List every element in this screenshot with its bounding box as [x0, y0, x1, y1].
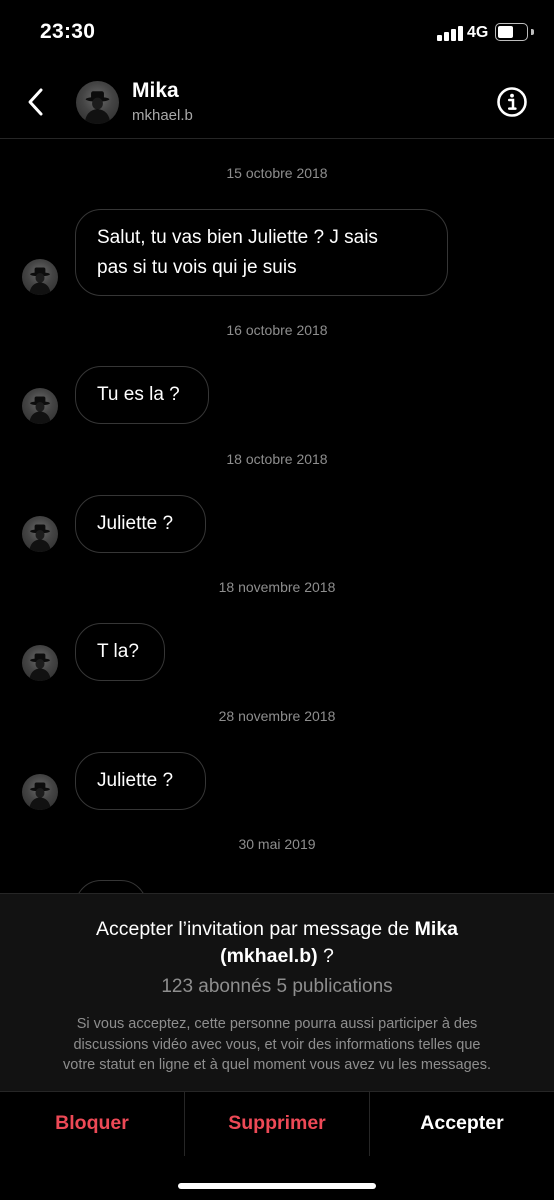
date-separator: 30 mai 2019	[238, 836, 316, 852]
message-bubble[interactable]: Salut, tu vas bien Juliette ? J sais pas…	[75, 209, 448, 296]
message-line: pas si tu vois qui je suis	[97, 257, 297, 278]
info-icon	[497, 87, 527, 117]
description-line: votre statut en ligne et à quel moment v…	[63, 1057, 491, 1073]
chevron-left-icon	[28, 88, 43, 116]
message-bubble[interactable]: T la?	[75, 623, 165, 681]
description-line: Si vous acceptez, cette personne pourra …	[76, 1016, 478, 1032]
info-button[interactable]	[496, 86, 528, 118]
home-indicator[interactable]	[178, 1183, 376, 1189]
date-separator: 16 octobre 2018	[226, 322, 328, 338]
person-hat-icon	[29, 267, 51, 295]
status-time: 23:30	[40, 20, 96, 43]
request-actions: Bloquer Supprimer Accepter	[0, 1091, 554, 1156]
message-request-panel: Accepter l’invitation par message de Mik…	[0, 893, 554, 1091]
request-stats: 123 abonnés 5 publications	[161, 976, 393, 997]
request-description: Si vous acceptez, cette personne pourra …	[22, 1014, 532, 1076]
message-bubble[interactable]: Juliette ?	[75, 752, 206, 810]
message-bubble[interactable]: Tu es la ?	[75, 366, 209, 424]
request-title-name: Mika	[414, 918, 459, 940]
date-separator: 18 novembre 2018	[218, 579, 336, 595]
battery-cap	[531, 29, 534, 35]
request-title: Accepter l’invitation par message de Mik…	[30, 916, 524, 970]
block-button[interactable]: Bloquer	[0, 1092, 184, 1156]
request-title-text: Accepter l’invitation par message de	[95, 918, 415, 940]
contact-name[interactable]: Mika	[132, 79, 179, 103]
description-line: discussions vidéo avec vous, et voir des…	[73, 1036, 481, 1053]
contact-username: mkhael.b	[132, 107, 193, 124]
chat-header: Mika mkhael.b	[0, 66, 554, 139]
person-hat-icon	[29, 653, 51, 681]
signal-icon	[437, 26, 463, 41]
date-separator: 28 novembre 2018	[218, 708, 336, 724]
avatar[interactable]	[76, 81, 119, 124]
delete-button[interactable]: Supprimer	[185, 1092, 369, 1156]
message-line: Salut, tu vas bien Juliette ? J sais	[97, 227, 378, 248]
person-hat-icon	[29, 524, 51, 552]
avatar[interactable]	[22, 388, 58, 424]
person-hat-icon	[29, 396, 51, 424]
status-bar: 23:30 4G	[0, 0, 554, 66]
back-button[interactable]	[22, 84, 54, 120]
request-title-suffix: ?	[317, 945, 334, 967]
date-separator: 18 octobre 2018	[226, 451, 328, 467]
avatar[interactable]	[22, 516, 58, 552]
avatar[interactable]	[22, 259, 58, 295]
request-title-username: (mkhael.b)	[220, 945, 318, 967]
network-label: 4G	[467, 24, 489, 41]
message-bubble[interactable]: Juliette ?	[75, 495, 206, 553]
battery-icon	[495, 23, 528, 41]
person-hat-icon	[84, 91, 111, 124]
avatar[interactable]	[22, 774, 58, 810]
avatar[interactable]	[22, 645, 58, 681]
accept-button[interactable]: Accepter	[370, 1092, 554, 1156]
person-hat-icon	[29, 782, 51, 810]
date-separator: 15 octobre 2018	[226, 165, 328, 181]
